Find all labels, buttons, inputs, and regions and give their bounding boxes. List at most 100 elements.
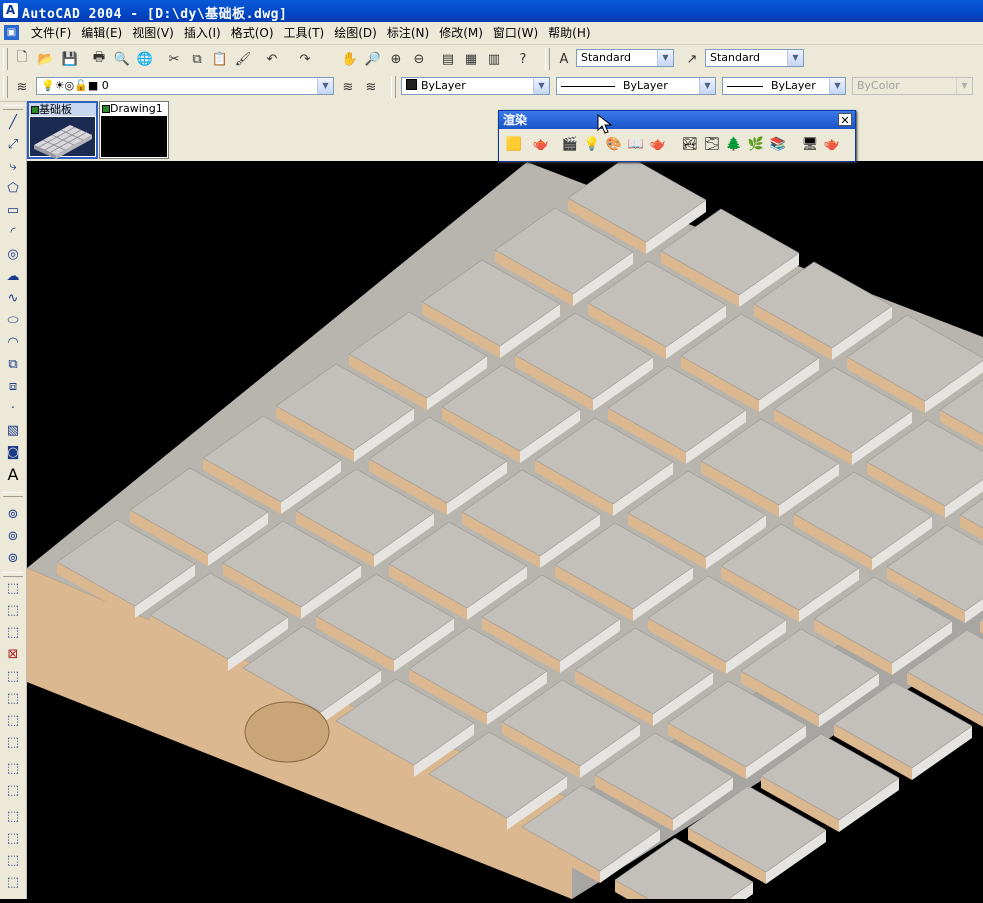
rectangle-icon[interactable]: ▭ bbox=[3, 200, 23, 220]
polygon-icon[interactable]: ⬠ bbox=[3, 178, 23, 198]
menu-help[interactable]: 帮助(H) bbox=[543, 22, 595, 44]
text-style-select[interactable]: Standard ▼ bbox=[576, 49, 674, 67]
menu-insert[interactable]: 插入(I) bbox=[179, 22, 226, 44]
revision-cloud-icon[interactable]: ☁ bbox=[3, 266, 23, 286]
match-properties-icon[interactable]: 🖌 bbox=[233, 49, 253, 69]
rotate-faces-icon[interactable]: ⬚ bbox=[3, 666, 23, 686]
paste-icon[interactable]: 📋 bbox=[210, 49, 230, 69]
menu-modify[interactable]: 修改(M) bbox=[434, 22, 488, 44]
render-icon[interactable]: 🫖 bbox=[531, 134, 551, 154]
color-edges-icon[interactable]: ⬚ bbox=[3, 780, 23, 800]
toolbar-grip[interactable] bbox=[3, 76, 8, 98]
print-icon[interactable]: 🖶 bbox=[89, 49, 109, 69]
layer-manager-icon[interactable]: ≋ bbox=[12, 77, 32, 97]
statistics-icon[interactable]: 🫖 bbox=[822, 134, 842, 154]
toolbar-grip[interactable] bbox=[545, 48, 550, 70]
union-icon[interactable]: ⊚ bbox=[3, 504, 23, 524]
imprint-icon[interactable]: ⬚ bbox=[3, 806, 23, 826]
subtract-icon[interactable]: ⊚ bbox=[3, 526, 23, 546]
chevron-down-icon[interactable]: ▼ bbox=[829, 78, 845, 94]
lineweight-select[interactable]: ByLayer ▼ bbox=[722, 77, 846, 95]
clean-icon[interactable]: ⬚ bbox=[3, 828, 23, 848]
undo-icon[interactable]: ↶ bbox=[262, 49, 282, 69]
new-icon[interactable]: 🗋 bbox=[12, 49, 32, 69]
color-faces-icon[interactable]: ⬚ bbox=[3, 732, 23, 752]
intersect-icon[interactable]: ⊚ bbox=[3, 548, 23, 568]
close-icon[interactable]: ✕ bbox=[838, 113, 852, 127]
open-icon[interactable]: 📂 bbox=[36, 49, 56, 69]
zoom-previous-icon[interactable]: ⊖ bbox=[409, 49, 429, 69]
layer-previous-icon[interactable]: ≋ bbox=[361, 77, 381, 97]
menu-window[interactable]: 窗口(W) bbox=[488, 22, 543, 44]
zoom-window-icon[interactable]: ⊕ bbox=[386, 49, 406, 69]
render-preferences-icon[interactable]: 🖥 bbox=[800, 134, 820, 154]
menu-tools[interactable]: 工具(T) bbox=[279, 22, 330, 44]
materials-icon[interactable]: 🎨 bbox=[604, 134, 624, 154]
dim-style-select[interactable]: Standard ▼ bbox=[705, 49, 804, 67]
tool-palettes-icon[interactable]: ▥ bbox=[484, 49, 504, 69]
ellipse-icon[interactable]: ⬭ bbox=[3, 310, 23, 330]
move-faces-icon[interactable]: ⬚ bbox=[3, 600, 23, 620]
arc-icon[interactable]: ◜ bbox=[3, 222, 23, 242]
multiline-text-icon[interactable]: A bbox=[3, 464, 23, 484]
menu-edit[interactable]: 编辑(E) bbox=[76, 22, 127, 44]
publish-icon[interactable]: 🌐 bbox=[135, 49, 155, 69]
print-preview-icon[interactable]: 🔍 bbox=[112, 49, 132, 69]
copy-faces-icon[interactable]: ⬚ bbox=[3, 710, 23, 730]
chevron-down-icon[interactable]: ▼ bbox=[699, 78, 715, 94]
menu-view[interactable]: 视图(V) bbox=[127, 22, 179, 44]
new-landscape-icon[interactable]: 🌲 bbox=[724, 134, 744, 154]
scenes-icon[interactable]: 🎬 bbox=[560, 134, 580, 154]
toolbar-grip[interactable] bbox=[3, 492, 23, 497]
copy-icon[interactable]: ⧉ bbox=[187, 49, 207, 69]
render-toolbar-title[interactable]: 渲染 bbox=[499, 111, 855, 129]
autocad-app-icon[interactable]: A bbox=[3, 3, 18, 18]
background-icon[interactable]: 🏞 bbox=[680, 134, 700, 154]
linetype-select[interactable]: ByLayer ▼ bbox=[556, 77, 716, 95]
design-center-icon[interactable]: ▦ bbox=[461, 49, 481, 69]
insert-block-icon[interactable]: ⧉ bbox=[3, 354, 23, 374]
color-select[interactable]: ByLayer ▼ bbox=[401, 77, 550, 95]
pan-realtime-icon[interactable]: ✋ bbox=[340, 49, 360, 69]
lights-icon[interactable]: 💡 bbox=[582, 134, 602, 154]
line-icon[interactable]: ╱ bbox=[3, 112, 23, 132]
fog-icon[interactable]: 🌫 bbox=[702, 134, 722, 154]
tab-drawing1[interactable]: Drawing1 bbox=[99, 101, 169, 159]
hatch-icon[interactable]: ▧ bbox=[3, 420, 23, 440]
circle-icon[interactable]: ◎ bbox=[3, 244, 23, 264]
make-object-layer-current-icon[interactable]: ≋ bbox=[338, 77, 358, 97]
menu-format[interactable]: 格式(O) bbox=[226, 22, 279, 44]
make-block-icon[interactable]: ⧈ bbox=[3, 376, 23, 396]
zoom-realtime-icon[interactable]: 🔎 bbox=[363, 49, 383, 69]
extrude-faces-icon[interactable]: ⬚ bbox=[3, 578, 23, 598]
offset-faces-icon[interactable]: ⬚ bbox=[3, 622, 23, 642]
save-icon[interactable]: 💾 bbox=[60, 49, 80, 69]
construction-line-icon[interactable]: ⤢ bbox=[3, 134, 23, 154]
help-icon[interactable]: ? bbox=[513, 49, 533, 69]
chevron-down-icon[interactable]: ▼ bbox=[533, 78, 549, 94]
materials-library-icon[interactable]: 📖 bbox=[626, 134, 646, 154]
region-icon[interactable]: ◙ bbox=[3, 442, 23, 462]
hide-icon[interactable]: 🟨 bbox=[504, 134, 524, 154]
layer-select[interactable]: 💡☀◎🔓■ 0 ▼ bbox=[36, 77, 334, 95]
spline-icon[interactable]: ∿ bbox=[3, 288, 23, 308]
menu-file[interactable]: 文件(F) bbox=[26, 22, 76, 44]
cut-icon[interactable]: ✂ bbox=[164, 49, 184, 69]
delete-faces-icon[interactable]: ⊠ bbox=[3, 644, 23, 664]
edit-landscape-icon[interactable]: 🌿 bbox=[746, 134, 766, 154]
document-menu-icon[interactable]: ▣ bbox=[4, 25, 19, 40]
ellipse-arc-icon[interactable]: ◠ bbox=[3, 332, 23, 352]
shell-icon[interactable]: ⬚ bbox=[3, 872, 23, 892]
chevron-down-icon[interactable]: ▼ bbox=[317, 78, 333, 94]
toolbar-grip[interactable] bbox=[391, 76, 396, 98]
separate-icon[interactable]: ⬚ bbox=[3, 850, 23, 870]
menu-draw[interactable]: 绘图(D) bbox=[329, 22, 382, 44]
properties-icon[interactable]: ▤ bbox=[438, 49, 458, 69]
toolbar-grip[interactable] bbox=[3, 48, 8, 70]
toolbar-grip[interactable] bbox=[3, 572, 23, 577]
polyline-icon[interactable]: ⤷ bbox=[3, 156, 23, 176]
tab-jichuban[interactable]: 基础板 bbox=[27, 101, 98, 159]
chevron-down-icon[interactable]: ▼ bbox=[787, 50, 803, 66]
landscape-library-icon[interactable]: 📚 bbox=[768, 134, 788, 154]
point-icon[interactable]: · bbox=[3, 398, 23, 418]
